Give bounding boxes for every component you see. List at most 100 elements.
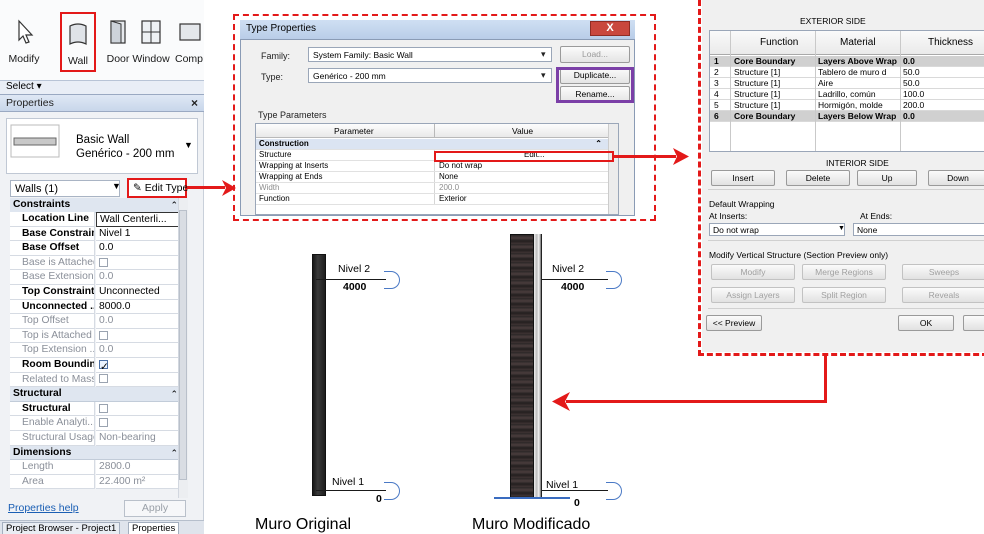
chevron-down-icon[interactable]: ▾ [541,70,546,81]
assign-layers-button[interactable]: Assign Layers [711,287,795,303]
layer-function[interactable]: Structure [1] [734,67,780,78]
chevron-down-icon[interactable]: ▾ [541,49,546,60]
prop-value[interactable]: Non-bearing [96,431,181,446]
prop-row[interactable]: Base Extension... 0.0 [10,270,188,285]
prop-value[interactable]: Nivel 1 [96,226,181,242]
layer-thickness[interactable]: 200.0 [903,100,924,111]
collapse-icon[interactable]: ⌃ [170,446,178,461]
table-scrollbar[interactable] [608,124,618,214]
prop-value[interactable] [96,372,181,388]
prop-value[interactable]: ✓ [96,358,181,373]
prop-row[interactable]: Top Extension ... 0.0 [10,343,188,358]
param-value[interactable]: Exterior [439,194,467,204]
layer-material[interactable]: Ladrillo, común [818,89,876,100]
prop-row[interactable]: Location Line Wall Centerli... [10,212,188,227]
prop-value[interactable]: 0.0 [96,270,181,285]
prop-value[interactable]: 2800.0 [96,460,181,475]
layer-function[interactable]: Structure [1] [734,89,780,100]
prop-value[interactable]: 0.0 [96,314,181,329]
prop-value[interactable] [96,416,181,431]
modify-button[interactable]: Modify [2,12,46,72]
table-row[interactable]: Wrapping at Inserts Do not wrap [256,161,608,172]
close-button[interactable]: X [590,21,630,36]
prop-row[interactable]: Base Constraint Nivel 1 [10,226,188,242]
layer-thickness[interactable]: 0.0 [903,111,915,122]
group-dimensions[interactable]: Dimensions ⌃ [10,445,188,461]
edit-type-button[interactable]: ✎ Edit Type [127,178,188,198]
prop-value[interactable]: 0.0 [96,343,181,358]
layer-thickness[interactable]: 50.0 [903,67,920,78]
table-row[interactable]: 6 Core Boundary Layers Below Wrap 0.0 [710,111,984,122]
param-value[interactable]: 200.0 [439,183,459,193]
collapse-icon[interactable]: ⌃ [595,139,602,149]
layer-material[interactable]: Layers Above Wrap [818,56,897,67]
table-row[interactable]: Width 200.0 [256,183,608,194]
prop-value[interactable]: Unconnected [96,285,181,300]
layer-function[interactable]: Core Boundary [734,111,795,122]
table-row[interactable]: Wrapping at Ends None [256,172,608,183]
layer-material[interactable]: Tablero de muro d [818,67,887,78]
prop-value[interactable]: Wall Centerli... [96,212,181,227]
chevron-down-icon[interactable]: ▼ [838,225,845,232]
cancel-button[interactable] [963,315,984,331]
prop-row[interactable]: Structural [10,401,188,417]
select-dropdown[interactable]: Select ▾ [0,80,204,94]
tab-properties[interactable]: Properties [128,522,180,534]
prop-row[interactable]: Structural Usage Non-bearing [10,431,188,446]
checkbox[interactable] [99,418,108,428]
table-row[interactable]: 1 Core Boundary Layers Above Wrap 0.0 [710,56,984,67]
layer-function[interactable]: Structure [1] [734,100,780,111]
down-button[interactable]: Down [928,170,984,186]
window-button[interactable]: Window [128,12,174,72]
checkbox[interactable] [99,403,108,413]
close-icon[interactable]: × [191,96,198,110]
scrollbar-thumb[interactable] [179,210,187,480]
prop-row[interactable]: Area 22.400 m² [10,474,188,490]
up-button[interactable]: Up [857,170,917,186]
checkbox[interactable] [99,257,108,267]
prop-value[interactable]: 22.400 m² [96,474,181,490]
modify-button[interactable]: Modify [711,264,795,280]
layer-function[interactable]: Structure [1] [734,78,780,89]
table-row[interactable]: Function Exterior [256,194,608,205]
table-row[interactable]: 5 Structure [1] Hormigón, molde 200.0 [710,100,984,111]
layer-material[interactable]: Hormigón, molde [818,100,883,111]
component-button[interactable]: Comp [174,12,204,72]
table-row[interactable]: 3 Structure [1] Aire 50.0 [710,78,984,89]
prop-row[interactable]: Length 2800.0 [10,460,188,475]
at-ends-dropdown[interactable]: None [853,223,984,236]
insert-button[interactable]: Insert [711,170,775,186]
prop-value[interactable]: 8000.0 [96,299,181,315]
chevron-down-icon[interactable]: ▼ [184,140,193,150]
checkbox-checked-icon[interactable]: ✓ [99,359,109,372]
prop-row[interactable]: Unconnected ... 8000.0 [10,299,188,315]
load-button[interactable]: Load... [560,46,630,63]
group-structural[interactable]: Structural ⌃ [10,387,188,402]
prop-value[interactable] [96,255,181,271]
prop-value[interactable]: 0.0 [96,241,181,256]
type-dropdown[interactable]: Genérico - 200 mm [308,68,552,83]
prop-row[interactable]: Enable Analyti... [10,416,188,431]
prop-row[interactable]: Base Offset 0.0 [10,241,188,256]
prop-row[interactable]: Top Offset 0.0 [10,314,188,329]
table-row[interactable]: 4 Structure [1] Ladrillo, común 100.0 [710,89,984,100]
table-row[interactable]: 2 Structure [1] Tablero de muro d 50.0 [710,67,984,78]
group-construction[interactable]: Construction ⌃ [256,139,608,150]
prop-row[interactable]: Top is Attached [10,328,188,344]
param-value[interactable]: None [439,172,458,182]
collapse-icon[interactable]: ⌃ [170,198,178,213]
merge-regions-button[interactable]: Merge Regions [802,264,886,280]
param-value[interactable]: Do not wrap [439,161,482,171]
wall-button[interactable]: Wall [60,12,96,72]
properties-help-link[interactable]: Properties help [8,502,79,514]
checkbox[interactable] [99,330,108,340]
at-inserts-dropdown[interactable]: Do not wrap [709,223,845,236]
prop-row[interactable]: Related to Mass [10,372,188,388]
ok-button[interactable]: OK [898,315,954,331]
layer-material[interactable]: Aire [818,78,833,89]
instance-filter-dropdown[interactable]: Walls (1) [10,180,120,197]
layer-material[interactable]: Layers Below Wrap [818,111,896,122]
layer-thickness[interactable]: 50.0 [903,78,920,89]
collapse-icon[interactable]: ⌃ [170,387,178,402]
preview-button[interactable]: << Preview [706,315,762,331]
